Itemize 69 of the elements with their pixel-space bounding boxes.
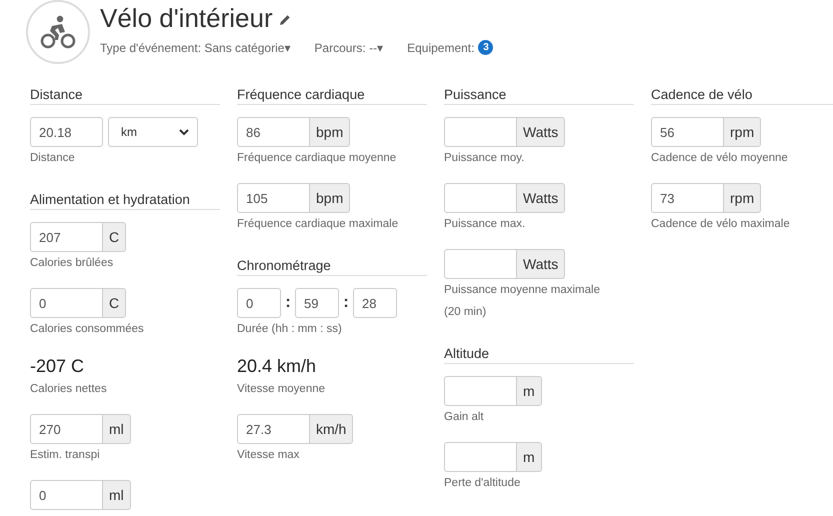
section-heading: Fréquence cardiaque [237,86,427,105]
unit-dropdown[interactable]: km [108,117,198,147]
unit-label: bpm [310,183,350,213]
field-caption: Calories nettes [30,382,108,397]
section-heading: Alimentation et hydratation [30,191,220,210]
field-caption: Fréquence cardiaque moyenne [237,151,398,166]
unit-label: rpm [724,183,762,213]
unit-label: Watts [517,183,566,213]
unit-label: m [517,442,542,472]
input-field[interactable] [444,249,517,279]
field-caption: Estim. transpi [30,448,101,463]
section-heading: Distance [30,86,220,105]
readout-value: -207 C [30,355,86,378]
activity-title: Vélo d'intérieur [100,2,273,34]
field-caption: Calories consommées [30,322,145,337]
section-heading: Altitude [444,345,634,364]
meta-dropdown[interactable]: Parcours: --▾ [314,40,384,54]
section-heading: Puissance [444,86,634,105]
meta-dropdown[interactable]: Type d'événement: Sans catégorie▾ [100,40,290,54]
time-separator: : [342,294,350,312]
field-caption: Cadence de vélo maximale [651,217,791,232]
unit-label: C [103,288,126,318]
section-heading: Chronométrage [237,257,427,276]
unit-label: ml [103,480,131,510]
field-caption: Perte d'altitude [444,476,522,491]
cyclist-icon [26,0,90,64]
section-heading: Cadence de vélo [651,86,833,105]
input-field[interactable] [444,117,517,147]
count-badge: 3 [478,40,494,55]
unit-label: ml [103,414,131,444]
field-caption: Fréquence cardiaque maximale [237,217,399,232]
field-caption: Durée (hh : mm : ss) [237,322,343,337]
input-field[interactable]: 0 [30,480,103,510]
time-field[interactable]: 59 [295,288,339,318]
input-field[interactable]: 56 [651,117,724,147]
time-field[interactable]: 28 [353,288,397,318]
field-caption: Cadence de vélo moyenne [651,151,789,166]
input-field[interactable]: 73 [651,183,724,213]
unit-label: km/h [310,414,354,444]
unit-label: rpm [724,117,762,147]
chevron-down-icon [179,128,189,136]
field-caption: Gain alt [444,410,485,425]
field-caption: Vitesse max [237,448,300,463]
unit-label: C [103,222,126,252]
input-field[interactable] [444,183,517,213]
pencil-icon[interactable] [278,14,291,26]
input-field[interactable] [444,376,517,406]
field-caption: Puissance moyenne maximale (20 min) [444,283,601,320]
input-field[interactable]: 270 [30,414,103,444]
input-field[interactable]: 20.18 [30,117,103,147]
time-separator: : [284,294,292,312]
field-caption: Vitesse moyenne [237,382,326,397]
input-field[interactable]: 0 [30,288,103,318]
unit-label: Watts [517,117,566,147]
field-caption: Distance [30,151,76,166]
unit-label: Watts [517,249,566,279]
field-caption: Puissance max. [444,217,526,232]
unit-label: bpm [310,117,350,147]
field-caption: Calories brûlées [30,256,114,271]
unit-label: m [517,376,542,406]
input-field[interactable]: 27.3 [237,414,310,444]
input-field[interactable] [444,442,517,472]
input-field[interactable]: 86 [237,117,310,147]
readout-value: 20.4 km/h [237,355,318,378]
input-field[interactable]: 207 [30,222,103,252]
equipment-label[interactable]: Equipement: [407,40,474,54]
input-field[interactable]: 105 [237,183,310,213]
time-field[interactable]: 0 [237,288,281,318]
field-caption: Puissance moy. [444,151,526,166]
